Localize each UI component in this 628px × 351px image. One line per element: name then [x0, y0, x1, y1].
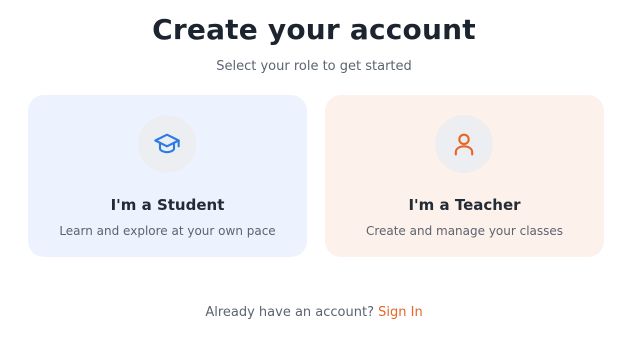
- student-card-description: Learn and explore at your own pace: [59, 224, 276, 238]
- teacher-card-description: Create and manage your classes: [365, 224, 564, 238]
- teacher-card-title: I'm a Teacher: [408, 196, 521, 214]
- teacher-role-card[interactable]: I'm a Teacher Create and manage your cla…: [325, 95, 604, 257]
- student-role-card[interactable]: I'm a Student Learn and explore at your …: [28, 95, 307, 257]
- graduation-cap-icon: [154, 133, 180, 154]
- teacher-icon-badge: [435, 115, 493, 173]
- signin-prompt: Already have an account? Sign In: [0, 304, 628, 322]
- page-subtitle: Select your role to get started: [216, 59, 412, 74]
- signup-page: Create your account Select your role to …: [0, 0, 628, 351]
- student-card-title: I'm a Student: [110, 196, 225, 214]
- signin-link[interactable]: Sign In: [378, 305, 423, 320]
- student-icon-badge: [138, 115, 196, 173]
- signin-prompt-text: Already have an account?: [205, 305, 374, 320]
- user-icon: [454, 133, 474, 156]
- page-title: Create your account: [152, 13, 476, 46]
